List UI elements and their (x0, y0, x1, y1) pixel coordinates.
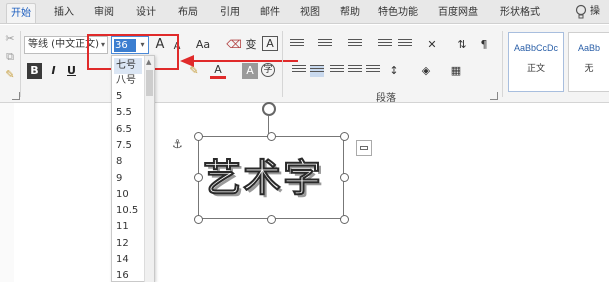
rotate-handle-icon[interactable] (262, 102, 276, 116)
paragraph-launcher-icon[interactable] (490, 92, 498, 100)
clear-format-icon[interactable]: ⌫ (226, 37, 242, 53)
size-option[interactable]: 16 (116, 268, 129, 282)
size-option[interactable]: 14 (116, 252, 129, 268)
clipboard-launcher-icon[interactable] (12, 92, 20, 100)
paragraph-group-label: 段落 (376, 93, 396, 104)
format-painter-icon[interactable]: ✎ (2, 67, 18, 83)
font-size-dropdown-list[interactable]: 七号 八号 5 5.5 6.5 7.5 8 9 10 10.5 11 12 14… (111, 55, 155, 282)
show-marks-icon[interactable]: ¶ (476, 37, 492, 53)
document-margin-strip (0, 103, 14, 282)
tab-references[interactable]: 引用 (218, 3, 242, 23)
tab-insert[interactable]: 插入 (52, 3, 76, 23)
bullets-icon[interactable] (290, 39, 304, 51)
size-option[interactable]: 5.5 (116, 105, 132, 121)
resize-handle-left[interactable] (194, 173, 203, 182)
tab-review[interactable]: 审阅 (92, 3, 116, 23)
tell-me-label[interactable]: 操 (590, 4, 600, 20)
asian-layout-icon[interactable]: ✕ (424, 37, 440, 53)
sort-icon[interactable]: ⇅ (454, 37, 470, 53)
tab-design[interactable]: 设计 (134, 3, 158, 23)
resize-handle-right[interactable] (340, 173, 349, 182)
italic-button[interactable]: I (46, 63, 61, 79)
tab-layout[interactable]: 布局 (176, 3, 200, 23)
tab-view[interactable]: 视图 (298, 3, 322, 23)
size-option[interactable]: 7.5 (116, 138, 132, 154)
scroll-up-icon[interactable]: ▲ (146, 58, 151, 66)
size-option[interactable]: 八号 (116, 73, 136, 89)
borders-icon[interactable]: ▦ (448, 63, 464, 79)
resize-handle-top[interactable] (267, 132, 276, 141)
line-spacing-icon[interactable]: ↕ (386, 63, 402, 79)
tab-help[interactable]: 帮助 (338, 3, 362, 23)
style-normal[interactable]: AaBbCcDc 正文 (508, 32, 564, 92)
tab-shape-format[interactable]: 形状格式 (496, 3, 544, 23)
resize-handle-bottom-left[interactable] (194, 215, 203, 224)
numbering-icon[interactable] (318, 39, 332, 51)
layout-options-icon[interactable] (356, 140, 372, 156)
scrollbar-thumb[interactable] (146, 70, 153, 96)
bold-button[interactable]: B (27, 63, 42, 79)
character-border-button[interactable]: A (262, 36, 278, 51)
copy-icon[interactable]: ⧉ (2, 49, 18, 65)
ribbon-tab-bar: 开始 插入 审阅 设计 布局 引用 邮件 视图 帮助 特色功能 百度网盘 形状格… (0, 0, 609, 24)
character-shading-button[interactable]: A (242, 63, 258, 79)
lightbulb-icon[interactable] (574, 4, 588, 20)
underline-button[interactable]: U (64, 63, 79, 79)
tab-mailings[interactable]: 邮件 (258, 3, 282, 23)
resize-handle-bottom-right[interactable] (340, 215, 349, 224)
resize-handle-bottom[interactable] (267, 215, 276, 224)
style-name: 正文 (526, 64, 545, 74)
font-color-icon[interactable]: A (210, 63, 226, 79)
size-option[interactable]: 8 (116, 154, 122, 170)
increase-indent-icon[interactable] (398, 39, 412, 51)
anchor-icon: ⚓ (172, 137, 183, 151)
size-option[interactable]: 11 (116, 219, 129, 235)
annotation-arrow-icon (180, 55, 194, 67)
align-right-icon[interactable] (330, 65, 344, 77)
change-case-button[interactable]: Aa (192, 37, 214, 53)
phonetic-guide-button[interactable]: 变 (243, 37, 259, 53)
tab-special-features[interactable]: 特色功能 (374, 3, 422, 23)
size-option[interactable]: 9 (116, 171, 122, 187)
size-option[interactable]: 10 (116, 187, 129, 203)
style-name: 无 (584, 64, 594, 74)
justify-icon[interactable] (348, 65, 362, 77)
cut-icon[interactable]: ✂ (2, 31, 18, 47)
size-option[interactable]: 12 (116, 236, 129, 252)
size-option[interactable]: 10.5 (116, 203, 138, 219)
word-art-text[interactable]: 艺术字 (202, 152, 338, 204)
group-divider (20, 31, 21, 97)
group-divider (502, 31, 503, 97)
multilevel-list-icon[interactable] (348, 39, 362, 51)
size-option[interactable]: 6.5 (116, 122, 132, 138)
resize-handle-top-right[interactable] (340, 132, 349, 141)
tab-baidu-netdisk[interactable]: 百度网盘 (434, 3, 482, 23)
align-center-icon[interactable] (310, 65, 324, 77)
shading-icon[interactable]: ◈ (418, 63, 434, 79)
group-divider (282, 31, 283, 97)
size-option[interactable]: 5 (116, 89, 122, 105)
style-sample: AaBbCcDc (513, 43, 558, 53)
ribbon: ✂ ⧉ ✎ 等线 (中文正文) ▾ 36 ▾ A A Aa ⌫ 变 A B I … (0, 25, 609, 104)
distributed-icon[interactable] (366, 65, 380, 77)
size-option[interactable]: 七号 (114, 58, 142, 74)
decrease-indent-icon[interactable] (378, 39, 392, 51)
style-sample: AaBb (577, 43, 601, 53)
enclose-characters-icon[interactable]: 字 (261, 63, 275, 77)
resize-handle-top-left[interactable] (194, 132, 203, 141)
tab-home[interactable]: 开始 (6, 3, 36, 23)
style-no-spacing[interactable]: AaBb 无 (568, 32, 609, 92)
dropdown-scrollbar[interactable]: ▲ (144, 56, 154, 282)
align-left-icon[interactable] (292, 65, 306, 77)
